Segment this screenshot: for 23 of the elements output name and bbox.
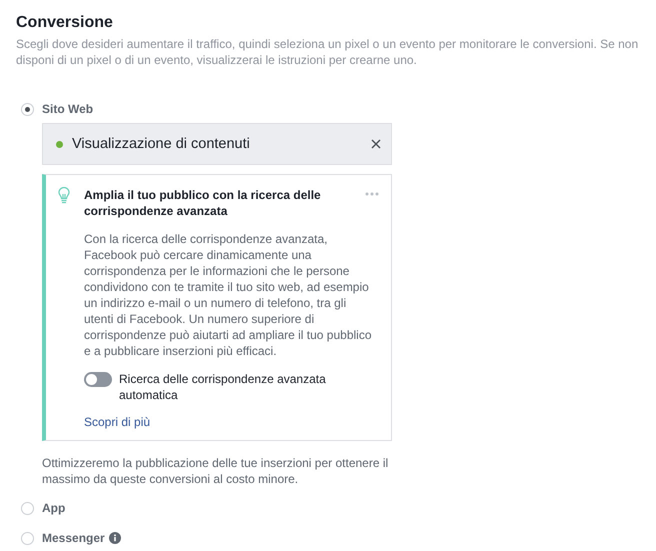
toggle-switch[interactable] xyxy=(84,372,112,387)
more-icon[interactable] xyxy=(365,192,379,196)
optimization-note: Ottimizzeremo la pubblicazione delle tue inserzioni per ottenere il massimo da queste conversioni al costo minore. xyxy=(42,455,390,487)
lightbulb-icon xyxy=(58,187,70,204)
toggle-label: Ricerca delle corrispondenze avanzata automatica xyxy=(119,371,327,403)
event-label: Visualizzazione di contenuti xyxy=(72,136,251,152)
learn-more-link[interactable]: Scopri di più xyxy=(84,415,150,429)
option-label: App xyxy=(42,501,66,515)
tip-title: Amplia il tuo pubblico con la ricerca delle corrispondenze avanzata xyxy=(84,187,322,219)
selected-event-field[interactable]: Visualizzazione di contenuti xyxy=(42,123,392,165)
tip-text: Con la ricerca delle corrispondenze avanzata, Facebook può cercare dinamicamente una corrispondenza per le informazioni che le persone condividono con te tramite il tuo sito web, ad esempio un indirizzo e-mail o un numero di telefono, tra gli utenti di Facebook. Un numero superiore di corrispondenze può aiutarti ad ampliare il tuo pubblico e a pubblicare inserzioni più efficaci. xyxy=(84,231,373,359)
option-label: Sito Web xyxy=(42,102,94,116)
radio-button[interactable] xyxy=(21,102,34,116)
section-title: Conversione xyxy=(16,13,114,33)
option-label: Messenger xyxy=(42,531,105,545)
option-row[interactable]: Sito Web xyxy=(21,100,640,118)
option-row[interactable]: Messenger xyxy=(21,529,640,547)
section-description: Scegli dove desideri aumentare il traffico, quindi seleziona un pixel o un evento per monitorare le conversioni. Se non disponi di un pixel o di un evento, visualizzerai le istruzioni per crearne uno. xyxy=(16,36,640,68)
close-icon[interactable] xyxy=(371,139,381,149)
radio-button[interactable] xyxy=(21,502,34,514)
option-row[interactable]: App xyxy=(21,499,640,517)
info-icon xyxy=(108,532,121,544)
radio-button[interactable] xyxy=(21,532,34,544)
